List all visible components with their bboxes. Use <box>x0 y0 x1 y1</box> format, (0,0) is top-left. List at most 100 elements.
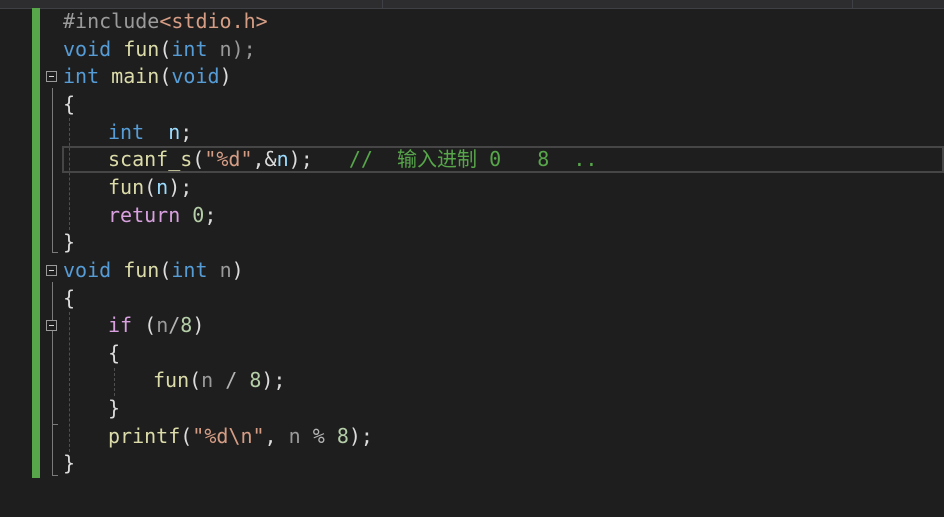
string-literal: "%d" <box>204 147 253 171</box>
parameter: n <box>288 424 301 448</box>
outline-region-fun <box>52 282 53 475</box>
function-name: printf <box>108 424 181 448</box>
indent-guide <box>69 312 70 452</box>
navigation-bar-divider <box>382 0 383 8</box>
navigation-bar-divider <box>852 0 853 8</box>
punctuation: ) <box>219 64 232 88</box>
variable: n <box>168 120 181 144</box>
collapse-if-icon[interactable] <box>46 320 57 331</box>
number: 8 <box>336 424 349 448</box>
punctuation: ( <box>192 147 205 171</box>
function-name: scanf_s <box>108 147 193 171</box>
function-name: main <box>111 64 160 88</box>
keyword: if <box>108 313 133 337</box>
parameter: n <box>219 258 232 282</box>
include-path: <stdio.h> <box>159 9 268 33</box>
code-line[interactable]: void fun(int n); <box>63 36 256 62</box>
keyword: void <box>171 64 220 88</box>
comment: // 输入进制 0 8 .. <box>348 147 598 171</box>
outline-region-end <box>52 475 58 476</box>
change-tracking-bar <box>32 8 40 478</box>
punctuation: , <box>264 424 289 448</box>
code-line[interactable]: } <box>108 395 120 421</box>
code-line[interactable]: printf("%d\n", n % 8); <box>108 423 373 449</box>
punctuation: ( <box>132 313 157 337</box>
function-name: fun <box>153 368 190 392</box>
collapse-fun-icon[interactable] <box>46 265 57 276</box>
punctuation: ( <box>159 37 172 61</box>
brace: } <box>63 451 76 475</box>
punctuation: ) <box>192 313 205 337</box>
punctuation: ( <box>144 175 157 199</box>
keyword: int <box>108 120 145 144</box>
parameter: n <box>156 313 169 337</box>
operator: / <box>168 313 181 337</box>
code-line[interactable]: int main(void) <box>63 63 232 89</box>
outline-region-end <box>52 252 58 253</box>
code-line[interactable]: void fun(int n) <box>63 257 244 283</box>
punctuation: ); <box>168 175 193 199</box>
code-line[interactable]: scanf_s("%d",&n); // 输入进制 0 8 .. <box>108 146 597 172</box>
punctuation: ; <box>204 203 217 227</box>
punctuation: ); <box>348 424 373 448</box>
brace: { <box>63 92 76 116</box>
code-editor[interactable]: #include<stdio.h> void fun(int n); int m… <box>0 0 944 517</box>
brace: { <box>108 341 121 365</box>
punctuation: ( <box>159 64 172 88</box>
keyword: int <box>171 37 208 61</box>
code-line[interactable]: int n; <box>108 119 192 145</box>
code-line[interactable]: return 0; <box>108 202 216 228</box>
variable: n <box>156 175 169 199</box>
number: 0 <box>192 203 205 227</box>
punctuation: ); <box>261 368 286 392</box>
keyword: return <box>108 203 181 227</box>
punctuation: ); <box>288 147 313 171</box>
code-line[interactable]: { <box>108 340 120 366</box>
keyword: void <box>63 37 112 61</box>
punctuation: ( <box>189 368 202 392</box>
variable: n <box>276 147 289 171</box>
brace: } <box>63 230 76 254</box>
indent-guide <box>114 368 115 396</box>
operator: / <box>213 368 250 392</box>
punctuation: ) <box>231 258 244 282</box>
operator: % <box>300 424 337 448</box>
punctuation: ,& <box>252 147 277 171</box>
function-name: fun <box>108 175 145 199</box>
punctuation: ( <box>159 258 172 282</box>
punctuation: ; <box>180 120 193 144</box>
punctuation: ( <box>180 424 193 448</box>
keyword: int <box>63 64 100 88</box>
collapse-main-icon[interactable] <box>46 71 57 82</box>
string-literal: "%d\n" <box>192 424 265 448</box>
parameter: n <box>201 368 214 392</box>
number: 8 <box>249 368 262 392</box>
code-line[interactable]: { <box>63 285 75 311</box>
code-line[interactable]: fun(n / 8); <box>153 367 285 393</box>
indent-guide <box>69 118 70 230</box>
code-line[interactable]: } <box>63 450 75 476</box>
keyword: void <box>63 258 112 282</box>
brace: } <box>108 396 121 420</box>
function-name: fun <box>123 258 160 282</box>
code-line[interactable]: #include<stdio.h> <box>63 8 268 34</box>
preprocessor-directive: #include <box>63 9 160 33</box>
code-line[interactable]: { <box>63 91 75 117</box>
keyword: int <box>171 258 208 282</box>
outline-region-main <box>52 88 53 252</box>
code-line[interactable]: } <box>63 229 75 255</box>
code-line[interactable]: if (n/8) <box>108 312 204 338</box>
parameter: n); <box>207 37 256 61</box>
function-name: fun <box>123 37 160 61</box>
brace: { <box>63 286 76 310</box>
outline-region-end <box>52 424 58 425</box>
code-line[interactable]: fun(n); <box>108 174 192 200</box>
number: 8 <box>180 313 193 337</box>
